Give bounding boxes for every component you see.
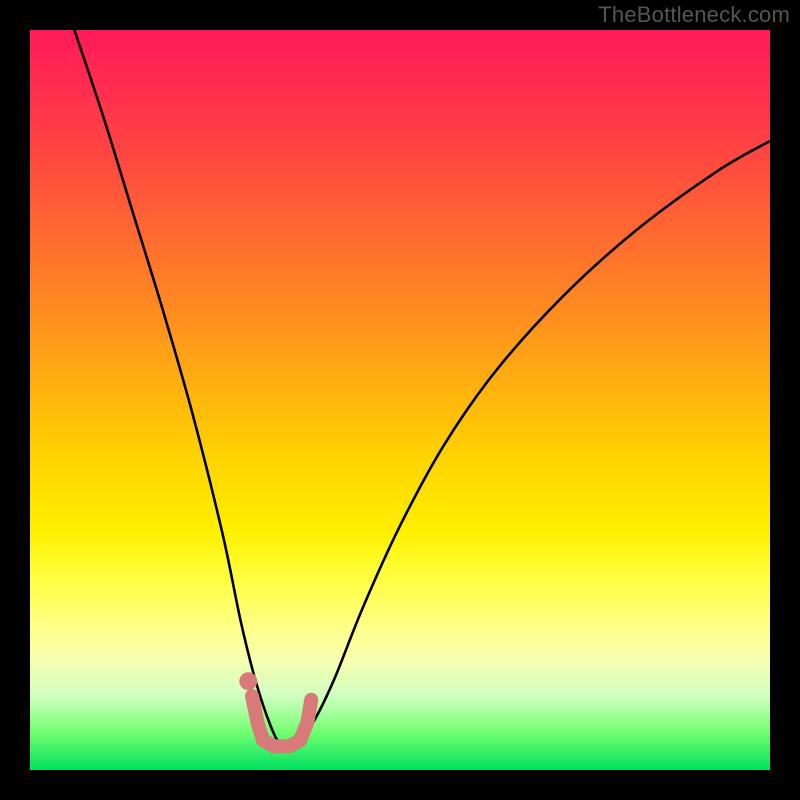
bracket-marker (252, 696, 311, 746)
chart-plot-area (30, 30, 770, 770)
watermark-text: TheBottleneck.com (598, 2, 790, 28)
chart-svg (30, 30, 770, 770)
bracket-marker-dot (239, 672, 257, 690)
bottleneck-curve (74, 30, 770, 749)
